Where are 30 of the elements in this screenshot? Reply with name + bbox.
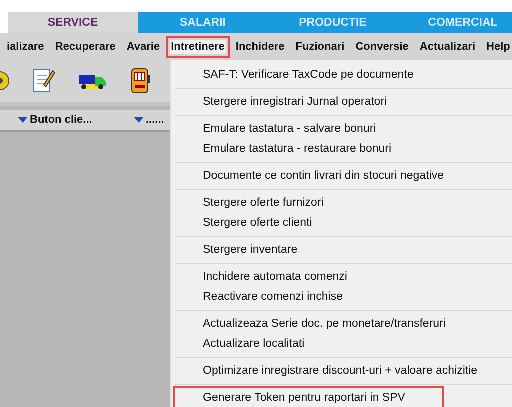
menu-item[interactable]: Actualizeaza Serie doc. pe monetare/transferuri <box>175 314 512 334</box>
menu-item[interactable]: Optimizare inregistrare discount-uri + valoare achizitie <box>175 361 512 381</box>
menu-item[interactable]: Stergere inregistrari Jurnal operatori <box>175 92 512 112</box>
menu-item[interactable]: Stergere inventare <box>175 240 512 260</box>
menu-bar-item[interactable]: Fuzionari <box>290 36 350 58</box>
menu-item[interactable]: Reactivare comenzi inchise <box>175 287 512 307</box>
slot-machine-icon[interactable] <box>130 67 152 95</box>
caret-icon <box>134 117 144 123</box>
menu-item[interactable]: Documente ce contin livrari din stocuri negative <box>175 166 512 186</box>
menu-item[interactable]: SAF-T: Verificare TaxCode pe documente <box>175 65 512 85</box>
menu-bar-item[interactable]: Help <box>482 36 512 58</box>
menu-item[interactable]: Actualizare localitati <box>175 334 512 354</box>
menu-bar-item[interactable]: ializare <box>2 36 50 58</box>
menu-bar-item[interactable]: Actualizari <box>414 36 481 58</box>
module-tab[interactable]: SERVICE <box>8 12 138 33</box>
menu-item[interactable]: Emulare tastatura - salvare bonuri <box>175 119 512 139</box>
menu-bar-item[interactable]: Conversie <box>350 36 414 58</box>
menu-item[interactable]: Emulare tastatura - restaurare bonuri <box>175 139 512 159</box>
column-header[interactable]: Buton clie... <box>30 114 92 126</box>
menu-item[interactable]: Stergere oferte clienti <box>175 213 512 233</box>
menu-bar-item[interactable]: Avarie <box>122 36 166 58</box>
menu-item[interactable]: Inchidere automata comenzi <box>175 267 512 287</box>
menu-bar-item[interactable]: Recuperare <box>50 36 121 58</box>
menu-bar-item[interactable]: Intretinere <box>166 36 230 58</box>
caret-icon <box>18 117 28 123</box>
menu-item[interactable]: Stergere oferte furnizori <box>175 193 512 213</box>
menu-item[interactable]: Generare Token pentru raportari in SPV <box>175 388 442 407</box>
column-header[interactable]: ...... <box>146 114 164 126</box>
notepad-icon[interactable] <box>32 67 56 95</box>
menu-bar-item[interactable]: Inchidere <box>230 36 290 58</box>
